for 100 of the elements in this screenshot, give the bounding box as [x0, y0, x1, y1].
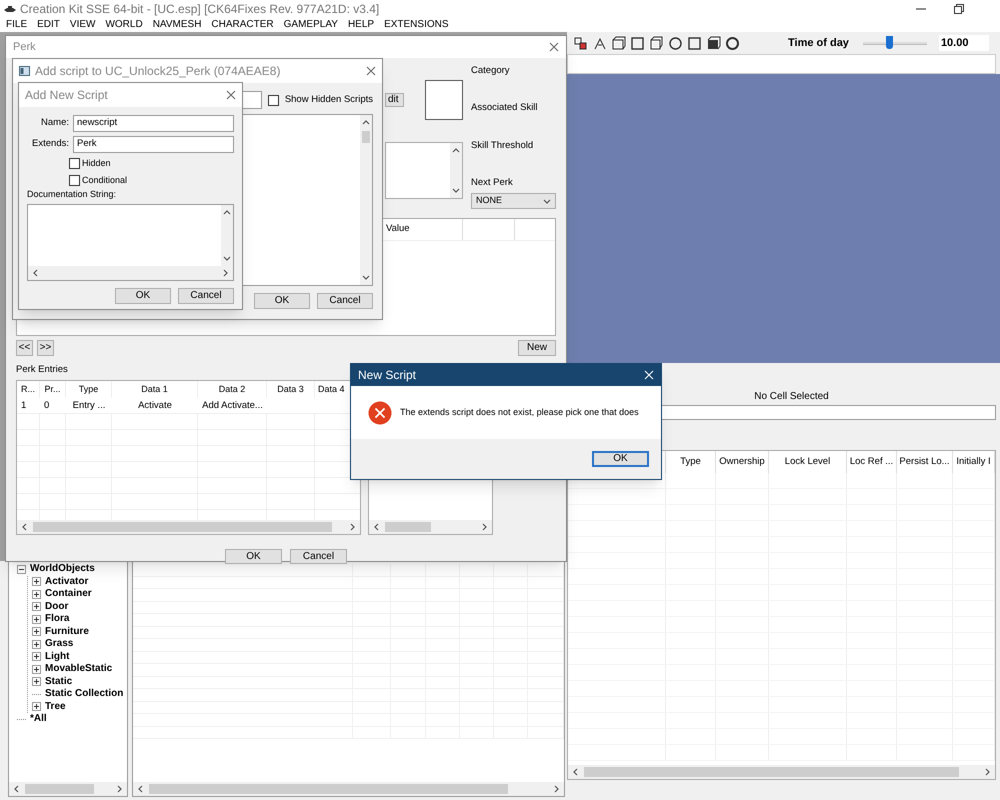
- expand-plus-icon[interactable]: [32, 702, 41, 712]
- menu-item[interactable]: GAMEPLAY: [284, 20, 338, 30]
- vertical-scrollbar[interactable]: [360, 115, 372, 285]
- ok-button[interactable]: OK: [592, 451, 649, 467]
- restore-icon[interactable]: [954, 4, 964, 14]
- menu-item[interactable]: HELP: [348, 20, 374, 30]
- horizontal-scrollbar[interactable]: [28, 266, 233, 280]
- column-header[interactable]: Data 1: [112, 381, 198, 398]
- scrollbar-thumb[interactable]: [584, 767, 960, 777]
- nav-button[interactable]: <<: [16, 340, 33, 356]
- checkbox-label[interactable]: Hidden: [82, 157, 111, 170]
- horizontal-scrollbar[interactable]: [9, 782, 127, 796]
- scroll-down-icon[interactable]: [452, 186, 460, 194]
- scroll-left-icon[interactable]: [572, 768, 580, 776]
- checkbox[interactable]: [69, 174, 80, 186]
- cancel-button[interactable]: Cancel: [317, 293, 373, 309]
- ok-button[interactable]: OK: [115, 288, 171, 304]
- expand-plus-icon[interactable]: [32, 602, 41, 612]
- scrollbar-thumb[interactable]: [149, 784, 508, 794]
- scroll-left-icon[interactable]: [137, 785, 145, 793]
- column-header[interactable]: Type: [66, 381, 112, 398]
- new-button[interactable]: New: [518, 340, 556, 356]
- cancel-button[interactable]: Cancel: [290, 549, 347, 564]
- name-field[interactable]: newscript: [73, 115, 234, 132]
- close-icon[interactable]: [226, 90, 236, 100]
- menu-item[interactable]: EDIT: [37, 20, 60, 30]
- horizontal-scrollbar[interactable]: [133, 782, 564, 796]
- circle-icon[interactable]: [725, 36, 740, 50]
- tree-item[interactable]: Flora: [45, 614, 70, 624]
- tree-item[interactable]: Tree: [45, 702, 66, 712]
- collapse-minus-icon[interactable]: [17, 564, 26, 574]
- column-header[interactable]: Data 3: [267, 381, 315, 398]
- scrollbar-thumb[interactable]: [385, 522, 430, 532]
- scroll-down-icon[interactable]: [362, 273, 370, 281]
- column-header[interactable]: Type: [666, 451, 716, 473]
- horizontal-scrollbar[interactable]: [568, 765, 995, 779]
- tree-item[interactable]: WorldObjects: [30, 564, 95, 574]
- nav-button[interactable]: >>: [37, 340, 54, 356]
- ok-button[interactable]: OK: [254, 293, 310, 309]
- column-header[interactable]: Data 2: [198, 381, 267, 398]
- dropdown-caret-icon[interactable]: [543, 197, 551, 205]
- scroll-right-icon[interactable]: [552, 785, 560, 793]
- scrollbar-thumb[interactable]: [33, 522, 332, 532]
- scroll-right-icon[interactable]: [221, 268, 229, 276]
- expand-plus-icon[interactable]: [32, 627, 41, 636]
- description-field[interactable]: [385, 142, 463, 199]
- scroll-right-icon[interactable]: [115, 785, 123, 793]
- column-header[interactable]: Loc Ref ...: [847, 451, 897, 473]
- square-icon[interactable]: [630, 36, 645, 50]
- circle-icon[interactable]: [668, 36, 683, 50]
- tree-item[interactable]: Static Collection: [45, 689, 124, 700]
- column-header[interactable]: Ownership: [716, 451, 769, 473]
- extends-field[interactable]: Perk: [73, 136, 234, 153]
- tree-item[interactable]: Grass: [45, 639, 74, 650]
- next-perk-dropdown[interactable]: NONE: [471, 193, 556, 209]
- scrollbar-thumb[interactable]: [25, 784, 94, 794]
- scroll-left-icon[interactable]: [32, 268, 40, 276]
- menu-item[interactable]: VIEW: [70, 20, 96, 30]
- edit-button[interactable]: dit: [385, 93, 404, 107]
- ok-button[interactable]: OK: [225, 549, 282, 564]
- square-icon[interactable]: [687, 36, 702, 50]
- tree-item[interactable]: Light: [45, 652, 70, 662]
- scroll-up-icon[interactable]: [452, 147, 460, 155]
- slider-thumb[interactable]: [886, 36, 894, 49]
- vertical-scrollbar[interactable]: [221, 204, 233, 266]
- column-header[interactable]: Persist Lo...: [897, 451, 953, 473]
- expand-plus-icon[interactable]: [32, 577, 41, 586]
- tree-item[interactable]: Container: [45, 589, 92, 600]
- menu-item[interactable]: CHARACTER: [211, 20, 274, 30]
- horizontal-scrollbar[interactable]: [369, 520, 492, 534]
- slider-track[interactable]: [862, 36, 927, 50]
- cube-icon[interactable]: [649, 36, 664, 50]
- checkbox-label[interactable]: Conditional: [82, 174, 128, 187]
- vertical-scrollbar[interactable]: [450, 143, 462, 198]
- tree-item[interactable]: Door: [45, 602, 68, 612]
- tree-item[interactable]: Static: [45, 676, 72, 687]
- tree-item[interactable]: Activator: [45, 576, 88, 587]
- scroll-right-icon[interactable]: [480, 523, 488, 532]
- close-icon[interactable]: [366, 66, 376, 76]
- tree-item[interactable]: Furniture: [45, 626, 89, 637]
- scroll-up-icon[interactable]: [223, 208, 231, 216]
- column-header[interactable]: R...: [17, 381, 40, 398]
- close-icon[interactable]: [549, 42, 559, 52]
- expand-plus-icon[interactable]: [32, 590, 41, 599]
- menu-item[interactable]: EXTENSIONS: [384, 20, 449, 30]
- menu-item[interactable]: NAVMESH: [152, 20, 202, 30]
- cube-icon[interactable]: [706, 36, 721, 50]
- checkbox[interactable]: [268, 94, 279, 106]
- cube-icon[interactable]: [611, 36, 626, 50]
- scroll-left-icon[interactable]: [21, 523, 29, 532]
- horizontal-scrollbar[interactable]: [17, 520, 360, 534]
- column-header[interactable]: Lock Level: [769, 451, 847, 473]
- scroll-left-icon[interactable]: [13, 785, 21, 793]
- column-header[interactable]: Initially I: [953, 451, 995, 473]
- cancel-button[interactable]: Cancel: [178, 288, 234, 304]
- menu-item[interactable]: WORLD: [105, 20, 143, 30]
- expand-plus-icon[interactable]: [32, 640, 41, 649]
- scroll-down-icon[interactable]: [223, 254, 231, 262]
- boxes-icon[interactable]: [573, 36, 588, 50]
- scroll-right-icon[interactable]: [348, 523, 356, 532]
